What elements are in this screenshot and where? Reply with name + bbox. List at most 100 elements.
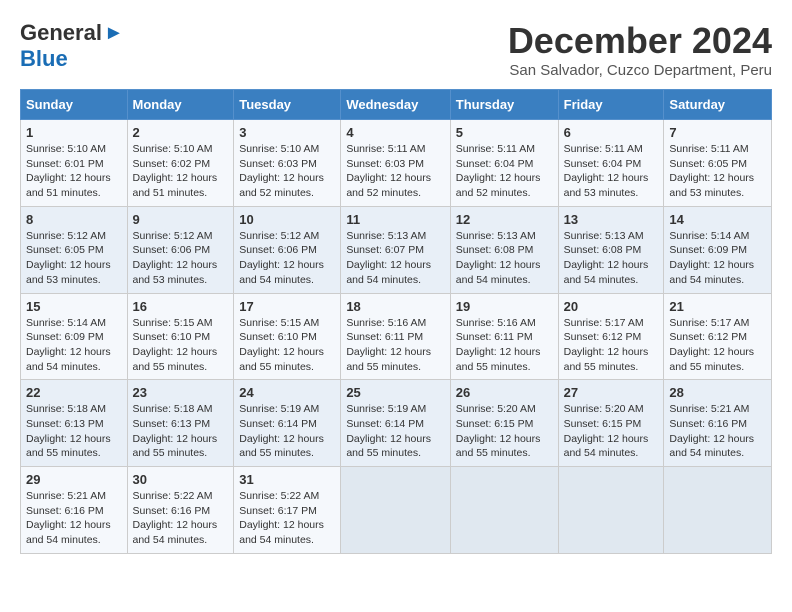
day-info: Sunrise: 5:17 AM Sunset: 6:12 PM Dayligh…	[669, 316, 766, 375]
day-info: Sunrise: 5:11 AM Sunset: 6:04 PM Dayligh…	[564, 142, 659, 201]
page-subtitle: San Salvador, Cuzco Department, Peru	[508, 62, 772, 79]
calendar-cell: 1 Sunrise: 5:10 AM Sunset: 6:01 PM Daylig…	[21, 120, 128, 207]
calendar-cell: 28 Sunrise: 5:21 AM Sunset: 6:16 PM Dayli…	[664, 380, 772, 467]
day-number: 25	[346, 385, 444, 400]
day-info: Sunrise: 5:12 AM Sunset: 6:06 PM Dayligh…	[239, 229, 335, 288]
day-info: Sunrise: 5:13 AM Sunset: 6:07 PM Dayligh…	[346, 229, 444, 288]
day-info: Sunrise: 5:10 AM Sunset: 6:02 PM Dayligh…	[133, 142, 229, 201]
day-info: Sunrise: 5:21 AM Sunset: 6:16 PM Dayligh…	[26, 489, 122, 548]
day-number: 4	[346, 125, 444, 140]
day-number: 10	[239, 212, 335, 227]
day-number: 17	[239, 299, 335, 314]
logo: General ► Blue	[20, 20, 124, 72]
day-number: 27	[564, 385, 659, 400]
day-number: 13	[564, 212, 659, 227]
day-info: Sunrise: 5:12 AM Sunset: 6:06 PM Dayligh…	[133, 229, 229, 288]
day-info: Sunrise: 5:16 AM Sunset: 6:11 PM Dayligh…	[456, 316, 553, 375]
calendar-cell: 8 Sunrise: 5:12 AM Sunset: 6:05 PM Daylig…	[21, 206, 128, 293]
calendar-cell: 16 Sunrise: 5:15 AM Sunset: 6:10 PM Dayli…	[127, 293, 234, 380]
day-info: Sunrise: 5:21 AM Sunset: 6:16 PM Dayligh…	[669, 402, 766, 461]
day-info: Sunrise: 5:18 AM Sunset: 6:13 PM Dayligh…	[26, 402, 122, 461]
day-info: Sunrise: 5:15 AM Sunset: 6:10 PM Dayligh…	[239, 316, 335, 375]
day-info: Sunrise: 5:15 AM Sunset: 6:10 PM Dayligh…	[133, 316, 229, 375]
day-number: 9	[133, 212, 229, 227]
weekday-header-sunday: Sunday	[21, 90, 128, 120]
day-number: 20	[564, 299, 659, 314]
calendar-cell: 6 Sunrise: 5:11 AM Sunset: 6:04 PM Daylig…	[558, 120, 664, 207]
day-info: Sunrise: 5:22 AM Sunset: 6:17 PM Dayligh…	[239, 489, 335, 548]
day-number: 15	[26, 299, 122, 314]
day-info: Sunrise: 5:10 AM Sunset: 6:01 PM Dayligh…	[26, 142, 122, 201]
calendar-cell: 12 Sunrise: 5:13 AM Sunset: 6:08 PM Dayli…	[450, 206, 558, 293]
calendar-cell: 31 Sunrise: 5:22 AM Sunset: 6:17 PM Dayli…	[234, 467, 341, 554]
day-number: 1	[26, 125, 122, 140]
day-info: Sunrise: 5:22 AM Sunset: 6:16 PM Dayligh…	[133, 489, 229, 548]
weekday-header-friday: Friday	[558, 90, 664, 120]
day-number: 8	[26, 212, 122, 227]
calendar-cell: 23Sunrise: 5:18 AM Sunset: 6:13 PM Dayli…	[127, 380, 234, 467]
day-number: 28	[669, 385, 766, 400]
day-number: 3	[239, 125, 335, 140]
calendar-cell: 5 Sunrise: 5:11 AM Sunset: 6:04 PM Daylig…	[450, 120, 558, 207]
day-number: 19	[456, 299, 553, 314]
calendar-cell: 14 Sunrise: 5:14 AM Sunset: 6:09 PM Dayli…	[664, 206, 772, 293]
calendar-cell: 30 Sunrise: 5:22 AM Sunset: 6:16 PM Dayli…	[127, 467, 234, 554]
day-number: 22	[26, 385, 122, 400]
day-number: 18	[346, 299, 444, 314]
calendar-cell: 11 Sunrise: 5:13 AM Sunset: 6:07 PM Dayli…	[341, 206, 450, 293]
calendar-cell: 3 Sunrise: 5:10 AM Sunset: 6:03 PM Daylig…	[234, 120, 341, 207]
day-number: 31	[239, 472, 335, 487]
day-number: 29	[26, 472, 122, 487]
day-info: Sunrise: 5:10 AM Sunset: 6:03 PM Dayligh…	[239, 142, 335, 201]
day-info: Sunrise: 5:20 AM Sunset: 6:15 PM Dayligh…	[456, 402, 553, 461]
calendar-table: SundayMondayTuesdayWednesdayThursdayFrid…	[20, 89, 772, 554]
calendar-cell	[558, 467, 664, 554]
calendar-cell: 9 Sunrise: 5:12 AM Sunset: 6:06 PM Daylig…	[127, 206, 234, 293]
day-info: Sunrise: 5:11 AM Sunset: 6:04 PM Dayligh…	[456, 142, 553, 201]
header: General ► Blue December 2024 San Salvado…	[20, 20, 772, 79]
day-number: 11	[346, 212, 444, 227]
day-number: 5	[456, 125, 553, 140]
day-number: 30	[133, 472, 229, 487]
weekday-header-wednesday: Wednesday	[341, 90, 450, 120]
day-info: Sunrise: 5:13 AM Sunset: 6:08 PM Dayligh…	[564, 229, 659, 288]
day-info: Sunrise: 5:14 AM Sunset: 6:09 PM Dayligh…	[26, 316, 122, 375]
page-title: December 2024	[508, 20, 772, 62]
calendar-cell: 7Sunrise: 5:11 AM Sunset: 6:05 PM Daylig…	[664, 120, 772, 207]
calendar-cell: 4Sunrise: 5:11 AM Sunset: 6:03 PM Daylig…	[341, 120, 450, 207]
calendar-cell: 26 Sunrise: 5:20 AM Sunset: 6:15 PM Dayli…	[450, 380, 558, 467]
calendar-cell: 17 Sunrise: 5:15 AM Sunset: 6:10 PM Dayli…	[234, 293, 341, 380]
day-info: Sunrise: 5:12 AM Sunset: 6:05 PM Dayligh…	[26, 229, 122, 288]
day-number: 12	[456, 212, 553, 227]
day-number: 21	[669, 299, 766, 314]
calendar-cell: 19 Sunrise: 5:16 AM Sunset: 6:11 PM Dayli…	[450, 293, 558, 380]
calendar-cell	[341, 467, 450, 554]
title-area: December 2024 San Salvador, Cuzco Depart…	[508, 20, 772, 79]
day-number: 14	[669, 212, 766, 227]
day-number: 26	[456, 385, 553, 400]
day-info: Sunrise: 5:14 AM Sunset: 6:09 PM Dayligh…	[669, 229, 766, 288]
calendar-header-row: SundayMondayTuesdayWednesdayThursdayFrid…	[21, 90, 772, 120]
calendar-week-row: 15 Sunrise: 5:14 AM Sunset: 6:09 PM Dayli…	[21, 293, 772, 380]
calendar-cell: 27Sunrise: 5:20 AM Sunset: 6:15 PM Dayli…	[558, 380, 664, 467]
day-number: 2	[133, 125, 229, 140]
weekday-header-monday: Monday	[127, 90, 234, 120]
calendar-cell: 2 Sunrise: 5:10 AM Sunset: 6:02 PM Daylig…	[127, 120, 234, 207]
calendar-cell: 13 Sunrise: 5:13 AM Sunset: 6:08 PM Dayli…	[558, 206, 664, 293]
logo-general: General	[20, 20, 102, 46]
day-info: Sunrise: 5:13 AM Sunset: 6:08 PM Dayligh…	[456, 229, 553, 288]
day-info: Sunrise: 5:19 AM Sunset: 6:14 PM Dayligh…	[239, 402, 335, 461]
calendar-cell: 15 Sunrise: 5:14 AM Sunset: 6:09 PM Dayli…	[21, 293, 128, 380]
calendar-cell	[664, 467, 772, 554]
calendar-cell: 20Sunrise: 5:17 AM Sunset: 6:12 PM Dayli…	[558, 293, 664, 380]
day-number: 24	[239, 385, 335, 400]
day-number: 16	[133, 299, 229, 314]
day-number: 6	[564, 125, 659, 140]
day-number: 23	[133, 385, 229, 400]
logo-bird-icon: ►	[104, 22, 124, 45]
calendar-week-row: 1 Sunrise: 5:10 AM Sunset: 6:01 PM Daylig…	[21, 120, 772, 207]
calendar-cell: 29 Sunrise: 5:21 AM Sunset: 6:16 PM Dayli…	[21, 467, 128, 554]
calendar-cell: 24 Sunrise: 5:19 AM Sunset: 6:14 PM Dayli…	[234, 380, 341, 467]
day-info: Sunrise: 5:16 AM Sunset: 6:11 PM Dayligh…	[346, 316, 444, 375]
calendar-cell: 21 Sunrise: 5:17 AM Sunset: 6:12 PM Dayli…	[664, 293, 772, 380]
